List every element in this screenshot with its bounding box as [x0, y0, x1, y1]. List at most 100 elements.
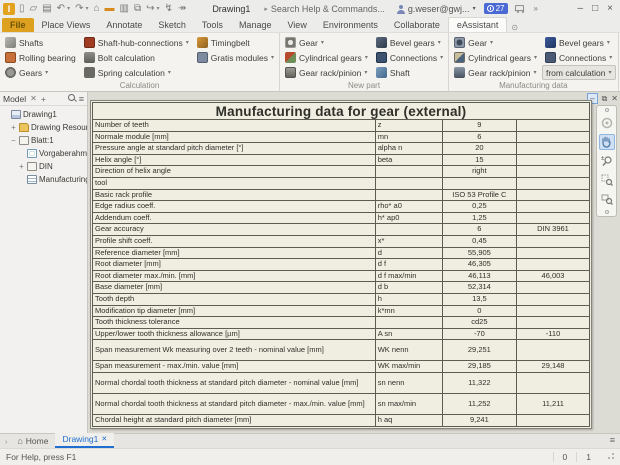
- tree-item-blatt-1[interactable]: −Blatt:1: [0, 134, 87, 147]
- material-icon[interactable]: ▬: [105, 3, 115, 15]
- resize-grip[interactable]: [606, 453, 614, 461]
- tab-home[interactable]: ⌂ Home: [10, 435, 55, 448]
- ribbon-button-connections[interactable]: Connections▾: [373, 50, 446, 65]
- tree-item-din[interactable]: +DIN: [0, 160, 87, 173]
- save-icon[interactable]: ▤: [42, 3, 51, 15]
- redo-icon[interactable]: ↷: [75, 3, 83, 15]
- ribbon-button-gears[interactable]: Gears▾: [2, 65, 79, 80]
- search-expand-icon[interactable]: ▸: [264, 5, 268, 13]
- return-dropdown-icon[interactable]: ▾: [157, 3, 160, 15]
- dropdown-arrow-icon[interactable]: ▾: [271, 54, 274, 61]
- tab-drawing1[interactable]: Drawing1 ✕: [55, 433, 114, 448]
- zoom-tool-icon[interactable]: ±: [599, 153, 615, 169]
- user-dropdown-icon[interactable]: ▾: [473, 5, 476, 12]
- open-file-icon[interactable]: ▱: [30, 3, 38, 15]
- navbar-grip-bottom-icon[interactable]: [605, 210, 609, 214]
- menu-tab-view[interactable]: View: [279, 18, 314, 32]
- menu-tab-collaborate[interactable]: Collaborate: [386, 18, 448, 32]
- ribbon-button-shaft-hub-connections[interactable]: Shaft-hub-connections▾: [81, 35, 192, 50]
- ribbon-button-shafts[interactable]: Shafts: [2, 35, 79, 50]
- undo-icon[interactable]: ↶: [57, 3, 65, 15]
- home-icon[interactable]: ⌂: [93, 3, 99, 15]
- ribbon-button-bevel-gears[interactable]: Bevel gears▾: [542, 35, 616, 50]
- dropdown-arrow-icon[interactable]: ▾: [490, 39, 493, 46]
- ribbon-button-cylindrical-gears[interactable]: Cylindrical gears▾: [282, 50, 371, 65]
- dropdown-arrow-icon[interactable]: ▾: [321, 39, 324, 46]
- menu-tab-place-views[interactable]: Place Views: [34, 18, 99, 32]
- tab-list-menu-icon[interactable]: ≡: [610, 435, 614, 445]
- close-tab-icon[interactable]: ✕: [101, 435, 107, 443]
- tree-expander-icon[interactable]: −: [10, 136, 17, 145]
- redo-dropdown-icon[interactable]: ▾: [85, 3, 88, 15]
- tree-item-vorgaberahmen[interactable]: Vorgaberahmen: [0, 147, 87, 160]
- dropdown-arrow-icon[interactable]: ▾: [168, 69, 171, 76]
- ribbon-button-gear[interactable]: Gear▾: [451, 35, 540, 50]
- more-commands-icon[interactable]: ↠: [178, 3, 186, 15]
- menu-tab-eassistant[interactable]: eAssistant: [448, 17, 508, 32]
- sketch-icon[interactable]: ↯: [165, 3, 173, 15]
- ribbon-button-bevel-gears[interactable]: Bevel gears▾: [373, 35, 446, 50]
- dropdown-arrow-icon[interactable]: ▾: [609, 69, 612, 76]
- drawing-canvas[interactable]: – ⧉ ✕ Manufacturing data for gear (exter…: [88, 92, 620, 433]
- dropdown-arrow-icon[interactable]: ▾: [609, 54, 612, 61]
- search-tree-icon[interactable]: [68, 94, 75, 101]
- menu-tab-manage[interactable]: Manage: [231, 18, 280, 32]
- ribbon-button-connections[interactable]: Connections▾: [542, 50, 616, 65]
- tree-item-drawing1[interactable]: Drawing1: [0, 108, 87, 121]
- menu-tab-tools[interactable]: Tools: [194, 18, 231, 32]
- license-timer-badge[interactable]: 27: [484, 3, 509, 14]
- dropdown-arrow-icon[interactable]: ▾: [440, 54, 443, 61]
- ribbon-button-shaft[interactable]: Shaft: [373, 65, 446, 80]
- inventor-logo-icon[interactable]: I: [3, 3, 15, 15]
- tree-expander-icon[interactable]: +: [10, 123, 17, 132]
- maximize-button[interactable]: □: [592, 3, 598, 14]
- ribbon-button-gratis-modules[interactable]: Gratis modules▾: [194, 50, 277, 65]
- dropdown-arrow-icon[interactable]: ▾: [364, 69, 367, 76]
- ribbon-button-gear-rack-pinion[interactable]: Gear rack/pinion▾: [451, 65, 540, 80]
- undo-dropdown-icon[interactable]: ▾: [67, 3, 70, 15]
- doc-restore-button[interactable]: ⧉: [602, 94, 608, 104]
- ribbon-button-rolling-bearing[interactable]: Rolling bearing: [2, 50, 79, 65]
- zoom-window-icon[interactable]: [599, 172, 615, 188]
- dropdown-arrow-icon[interactable]: ▾: [45, 69, 48, 76]
- model-tab-label[interactable]: Model: [3, 94, 26, 104]
- tree-expander-icon[interactable]: +: [18, 162, 25, 171]
- tab-scroll-icon[interactable]: ›: [2, 439, 10, 448]
- add-panel-icon[interactable]: +: [41, 94, 46, 104]
- ribbon-button-spring-calculation[interactable]: Spring calculation▾: [81, 65, 192, 80]
- close-panel-icon[interactable]: ✕: [30, 94, 37, 103]
- print-icon[interactable]: ▥: [120, 3, 129, 15]
- tab-overflow-icon[interactable]: ⊙: [511, 23, 518, 32]
- dropdown-arrow-icon[interactable]: ▾: [438, 39, 441, 46]
- close-button[interactable]: ×: [607, 3, 613, 14]
- menu-tab-sketch[interactable]: Sketch: [150, 18, 194, 32]
- ribbon-button-cylindrical-gears[interactable]: Cylindrical gears▾: [451, 50, 540, 65]
- app-store-cart-icon[interactable]: [515, 5, 526, 13]
- ribbon-button-gear[interactable]: Gear▾: [282, 35, 371, 50]
- tree-item-manufacturing-data[interactable]: Manufacturing data: [0, 173, 87, 186]
- new-file-icon[interactable]: ▯: [19, 3, 25, 15]
- ribbon-button-bolt-calculation[interactable]: Bolt calculation: [81, 50, 192, 65]
- dropdown-arrow-icon[interactable]: ▾: [186, 39, 189, 46]
- doc-close-button[interactable]: ✕: [611, 94, 618, 103]
- pan-tool-icon[interactable]: [599, 134, 615, 150]
- help-search[interactable]: ▸ Search Help & Commands...: [264, 4, 385, 14]
- account-menu[interactable]: g.weser@gwj... ▾: [397, 4, 476, 14]
- dropdown-arrow-icon[interactable]: ▾: [533, 69, 536, 76]
- dropdown-arrow-icon[interactable]: ▾: [607, 39, 610, 46]
- zoom-selected-icon[interactable]: [599, 191, 615, 207]
- dropdown-arrow-icon[interactable]: ▾: [365, 54, 368, 61]
- ribbon-button-from-calculation[interactable]: from calculation▾: [542, 65, 616, 80]
- copy-icon[interactable]: ⧉: [134, 3, 141, 15]
- navbar-grip-icon[interactable]: [605, 108, 609, 112]
- tree-item-drawing-resources[interactable]: +Drawing Resources: [0, 121, 87, 134]
- ribbon-button-gear-rack-pinion[interactable]: Gear rack/pinion▾: [282, 65, 371, 80]
- ribbon-button-timingbelt[interactable]: Timingbelt: [194, 35, 277, 50]
- menu-tab-annotate[interactable]: Annotate: [98, 18, 150, 32]
- return-icon[interactable]: ↪: [146, 3, 154, 15]
- dropdown-arrow-icon[interactable]: ▾: [534, 54, 537, 61]
- menu-tab-file[interactable]: File: [2, 18, 34, 32]
- minimize-button[interactable]: –: [578, 3, 584, 14]
- menu-tab-environments[interactable]: Environments: [315, 18, 386, 32]
- navigation-wheel-icon[interactable]: [599, 115, 615, 131]
